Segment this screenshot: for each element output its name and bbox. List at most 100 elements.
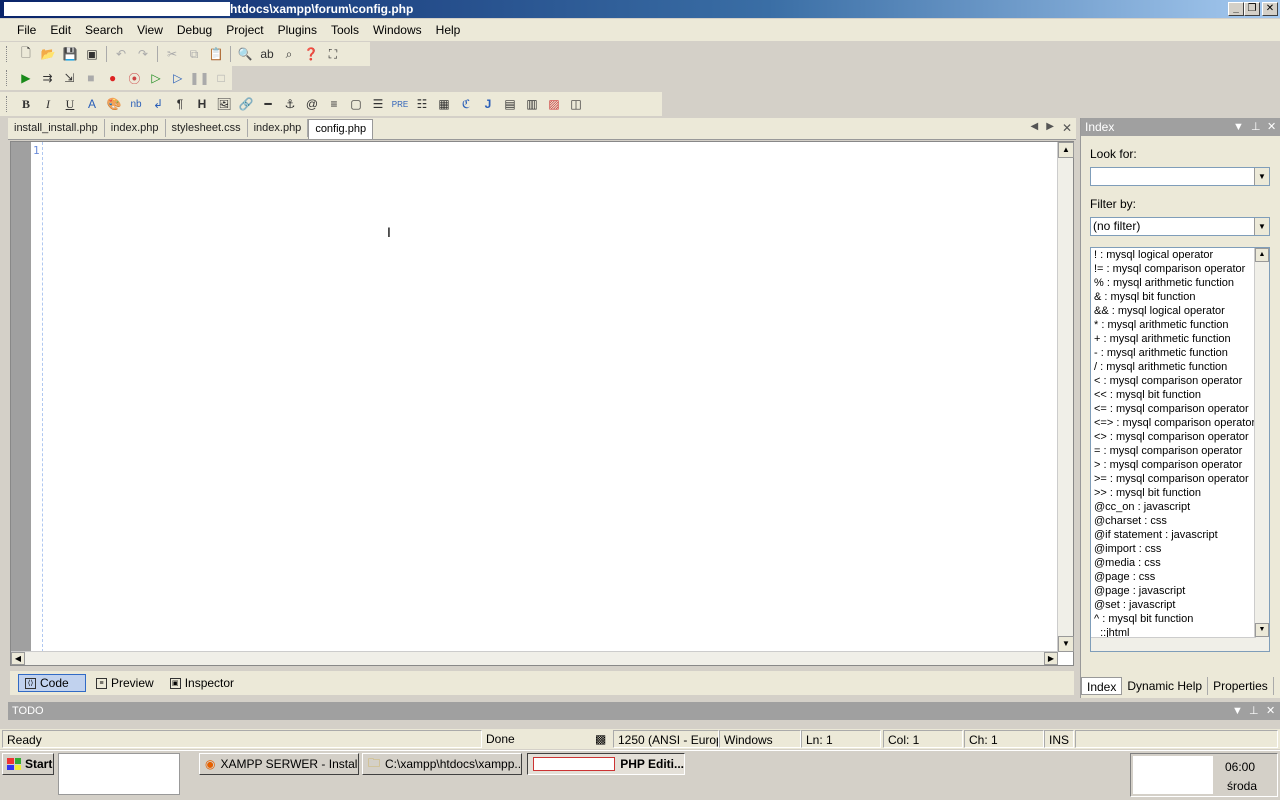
- vertical-scrollbar[interactable]: ▲ ▼: [1057, 142, 1074, 652]
- tab-dynamic-help[interactable]: Dynamic Help: [1122, 677, 1209, 695]
- form-icon[interactable]: ▤: [499, 94, 521, 114]
- scroll-right-icon[interactable]: ▶: [1044, 652, 1058, 665]
- table-icon[interactable]: ▦: [433, 94, 455, 114]
- index-list-item[interactable]: @charset : css: [1091, 514, 1269, 528]
- editor-gutter[interactable]: [11, 142, 31, 652]
- menu-debug[interactable]: Debug: [170, 23, 219, 37]
- start-button[interactable]: Start: [2, 753, 54, 775]
- heading-icon[interactable]: H: [191, 94, 213, 114]
- color-icon[interactable]: 🎨: [103, 94, 125, 114]
- fullscreen-icon[interactable]: ⛶: [322, 44, 344, 64]
- index-list-item[interactable]: ^ : mysql bit function: [1091, 612, 1269, 626]
- save-icon[interactable]: 💾: [59, 44, 81, 64]
- find-icon[interactable]: 🔍: [234, 44, 256, 64]
- index-list-item[interactable]: - : mysql arithmetic function: [1091, 346, 1269, 360]
- scroll-left-icon[interactable]: ◀: [11, 652, 25, 665]
- list-icon[interactable]: ☷: [411, 94, 433, 114]
- anchor-icon[interactable]: ⚓: [279, 94, 301, 114]
- tab-index-php-2[interactable]: index.php: [248, 119, 309, 137]
- index-list-item[interactable]: / : mysql arithmetic function: [1091, 360, 1269, 374]
- toolbar-grip[interactable]: [6, 70, 9, 86]
- pre-icon[interactable]: PRE: [389, 94, 411, 114]
- continue-icon[interactable]: ▷: [145, 68, 167, 88]
- pin-icon[interactable]: ⊥: [1251, 118, 1261, 136]
- code-editor[interactable]: 1 ▲ ▼ ◀ ▶: [10, 141, 1074, 666]
- todo-close-icon[interactable]: ✕: [1266, 702, 1275, 720]
- line-break-icon[interactable]: ↲: [147, 94, 169, 114]
- pause-icon[interactable]: ❚❚: [189, 68, 211, 88]
- run-icon[interactable]: ▶: [15, 68, 37, 88]
- menu-windows[interactable]: Windows: [366, 23, 429, 37]
- index-list-item[interactable]: <= : mysql comparison operator: [1091, 402, 1269, 416]
- index-list-item[interactable]: <> : mysql comparison operator: [1091, 430, 1269, 444]
- new-file-icon[interactable]: 🗋: [15, 44, 37, 64]
- horizontal-scrollbar[interactable]: ◀ ▶: [11, 651, 1058, 665]
- status-line-endings[interactable]: Windows: [719, 730, 801, 748]
- open-file-icon[interactable]: 📂: [37, 44, 59, 64]
- minimize-button[interactable]: _: [1228, 2, 1244, 16]
- menu-search[interactable]: Search: [78, 23, 130, 37]
- stop-icon[interactable]: ■: [80, 68, 102, 88]
- preview-view-button[interactable]: ≡ Preview: [90, 674, 160, 692]
- clock-day[interactable]: środa: [1227, 779, 1257, 793]
- clock-time[interactable]: 06:00: [1225, 760, 1255, 774]
- bold-icon[interactable]: B: [15, 94, 37, 114]
- link-icon[interactable]: 🔗: [235, 94, 257, 114]
- index-list-item[interactable]: @import : css: [1091, 542, 1269, 556]
- index-list-item[interactable]: @cc_on : javascript: [1091, 500, 1269, 514]
- breakpoint-icon[interactable]: ●: [102, 68, 124, 88]
- find-in-files-icon[interactable]: ⌕: [278, 44, 300, 64]
- clear-breakpoints-icon[interactable]: ⦿: [123, 68, 145, 88]
- email-icon[interactable]: @: [301, 94, 323, 114]
- scroll-up-icon[interactable]: ▲: [1058, 142, 1074, 158]
- tab-stylesheet-css[interactable]: stylesheet.css: [166, 119, 248, 137]
- align-icon[interactable]: ☰: [367, 94, 389, 114]
- menu-file[interactable]: File: [10, 23, 43, 37]
- close-button[interactable]: ✕: [1262, 2, 1278, 16]
- toolbar-grip[interactable]: [6, 46, 9, 62]
- menu-edit[interactable]: Edit: [43, 23, 78, 37]
- tab-config-php[interactable]: config.php: [308, 119, 374, 139]
- task-php-editor[interactable]: PHP Editi...: [527, 753, 685, 775]
- copy-icon[interactable]: ⧉: [183, 44, 205, 64]
- filter-by-select[interactable]: (no filter) ▼: [1090, 217, 1270, 236]
- todo-panel-header[interactable]: TODO ▼ ⊥ ✕: [8, 702, 1280, 720]
- scroll-up-icon[interactable]: ▲: [1255, 248, 1269, 262]
- scroll-down-icon[interactable]: ▼: [1255, 623, 1269, 637]
- frame-icon[interactable]: ◫: [565, 94, 587, 114]
- css-icon[interactable]: ℭ: [455, 94, 477, 114]
- index-vertical-scrollbar[interactable]: ▲ ▼: [1254, 248, 1269, 651]
- div-icon[interactable]: ▢: [345, 94, 367, 114]
- tab-index[interactable]: Index: [1081, 677, 1123, 695]
- index-list-item[interactable]: @media : css: [1091, 556, 1269, 570]
- menu-view[interactable]: View: [130, 23, 170, 37]
- nbsp-icon[interactable]: nb: [125, 94, 147, 114]
- paragraph-icon[interactable]: ¶: [169, 94, 191, 114]
- index-list-item[interactable]: + : mysql arithmetic function: [1091, 332, 1269, 346]
- special-char-icon[interactable]: ▨: [543, 94, 565, 114]
- inspector-view-button[interactable]: ▣ Inspector: [164, 674, 240, 692]
- index-list-item[interactable]: * : mysql arithmetic function: [1091, 318, 1269, 332]
- form-element-icon[interactable]: ▥: [521, 94, 543, 114]
- font-icon[interactable]: A: [81, 94, 103, 114]
- menu-project[interactable]: Project: [219, 23, 270, 37]
- index-list-item[interactable]: < : mysql comparison operator: [1091, 374, 1269, 388]
- toolbar-grip[interactable]: [6, 96, 9, 112]
- chevron-down-icon[interactable]: ▼: [1254, 168, 1269, 185]
- cut-icon[interactable]: ✂: [161, 44, 183, 64]
- redo-icon[interactable]: ↷: [132, 44, 154, 64]
- undo-icon[interactable]: ↶: [110, 44, 132, 64]
- index-list[interactable]: ! : mysql logical operator != : mysql com…: [1090, 247, 1270, 652]
- index-list-item[interactable]: && : mysql logical operator: [1091, 304, 1269, 318]
- underline-icon[interactable]: U: [59, 94, 81, 114]
- index-list-item[interactable]: % : mysql arithmetic function: [1091, 276, 1269, 290]
- step-over-icon[interactable]: ⇉: [37, 68, 59, 88]
- restore-button[interactable]: ❐: [1244, 2, 1260, 16]
- index-list-item[interactable]: @page : css: [1091, 570, 1269, 584]
- menu-plugins[interactable]: Plugins: [271, 23, 324, 37]
- save-all-icon[interactable]: ▣: [81, 44, 103, 64]
- todo-pin-icon[interactable]: ⊥: [1249, 702, 1259, 720]
- index-list-item[interactable]: & : mysql bit function: [1091, 290, 1269, 304]
- index-list-item[interactable]: <=> : mysql comparison operator: [1091, 416, 1269, 430]
- javascript-icon[interactable]: J: [477, 94, 499, 114]
